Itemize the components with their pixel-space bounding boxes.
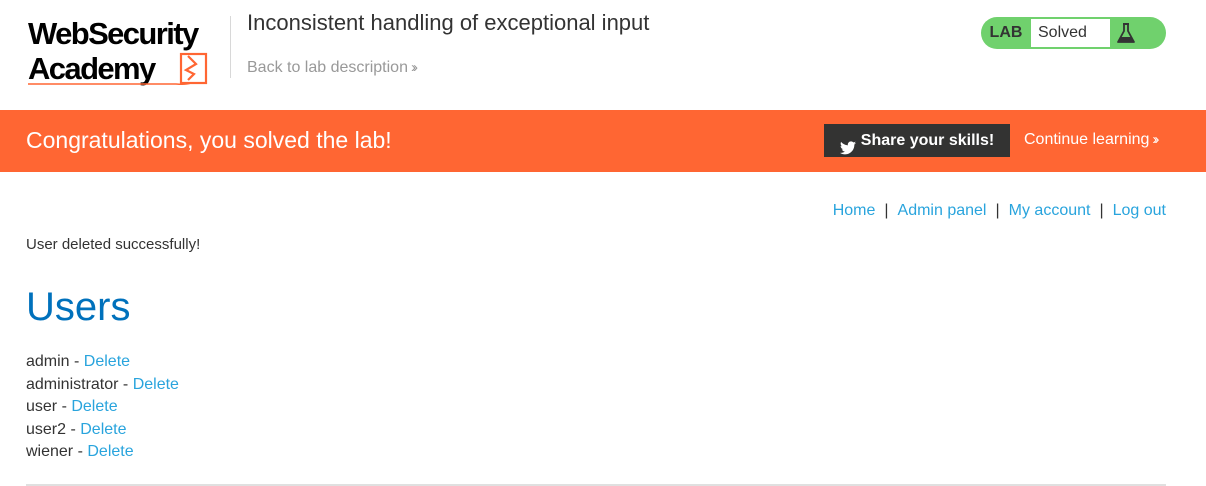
page-header: WebSecurity Academy Inconsistent handlin… [0, 0, 1206, 110]
solved-banner: Congratulations, you solved the lab! Sha… [0, 110, 1206, 172]
share-button-label: Share your skills! [860, 132, 995, 149]
double-chevron-right-icon: ›› [410, 59, 418, 76]
web-security-academy-logo[interactable]: WebSecurity Academy [26, 14, 230, 86]
nav-home-link[interactable]: Home [833, 202, 876, 219]
separator: - [69, 353, 84, 370]
username: user2 [26, 420, 67, 438]
delete-user-link[interactable]: Delete [84, 353, 130, 370]
users-heading: Users [26, 285, 131, 329]
nav-separator: | [884, 202, 889, 219]
continue-learning-label: Continue learning [1024, 131, 1150, 148]
lab-status-text: Solved [1031, 19, 1110, 47]
back-link-label: Back to lab description [247, 59, 408, 76]
username: user [26, 398, 58, 415]
separator: - [66, 420, 81, 438]
username: administrator [26, 375, 119, 393]
lab-label: LAB [989, 24, 1023, 41]
user-list: admin - Delete administrator - Delete us… [26, 351, 179, 464]
delete-user-link[interactable]: Delete [71, 398, 117, 415]
nav-my-account-link[interactable]: My account [1009, 202, 1091, 219]
separator: - [57, 398, 72, 415]
lab-title: Inconsistent handling of exceptional inp… [247, 10, 650, 35]
header-divider [230, 16, 231, 78]
nav-log-out-link[interactable]: Log out [1113, 202, 1166, 219]
svg-text:Academy: Academy [28, 51, 157, 86]
status-message: User deleted successfully! [26, 236, 201, 253]
lab-status-badge: LAB Solved [981, 17, 1166, 49]
double-chevron-right-icon: ›› [1152, 131, 1159, 148]
share-skills-button[interactable]: Share your skills! [824, 124, 1010, 157]
twitter-icon [839, 134, 856, 154]
list-item: wiener - Delete [26, 441, 179, 464]
delete-user-link[interactable]: Delete [80, 421, 126, 438]
list-item: user2 - Delete [26, 419, 179, 442]
back-to-lab-description-link[interactable]: Back to lab description ›› [247, 59, 418, 77]
banner-title: Congratulations, you solved the lab! [26, 127, 392, 153]
list-item: administrator - Delete [26, 374, 179, 397]
list-item: user - Delete [26, 396, 179, 419]
separator: - [73, 443, 88, 460]
username: admin [26, 353, 70, 370]
top-nav: Home | Admin panel | My account | Log out [833, 202, 1166, 220]
nav-admin-panel-link[interactable]: Admin panel [898, 202, 987, 219]
nav-separator: | [995, 202, 1000, 219]
username: wiener [26, 443, 74, 460]
separator: - [118, 375, 133, 393]
flask-icon [1114, 21, 1138, 45]
nav-separator: | [1099, 202, 1104, 219]
delete-user-link[interactable]: Delete [133, 376, 179, 393]
continue-learning-link[interactable]: Continue learning ›› [1024, 131, 1159, 149]
list-item: admin - Delete [26, 351, 179, 374]
svg-text:WebSecurity: WebSecurity [28, 16, 200, 51]
delete-user-link[interactable]: Delete [87, 443, 133, 460]
